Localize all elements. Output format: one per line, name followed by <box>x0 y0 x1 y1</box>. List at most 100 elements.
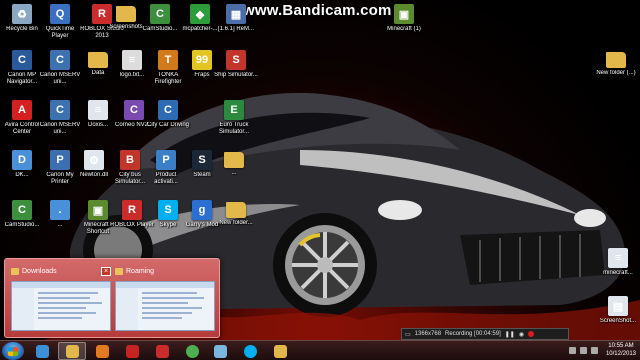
canon-mserv-icon: C <box>50 100 70 120</box>
taskbar-button[interactable] <box>58 342 86 360</box>
show-hidden-icons[interactable] <box>568 346 576 354</box>
fraps-icon: 99 <box>192 50 212 70</box>
bandicam-icon <box>125 344 139 358</box>
taskbar-button[interactable] <box>88 342 116 360</box>
mcpatcher-icon: ◆ <box>190 4 210 24</box>
canon-mserv-icon: C <box>50 50 70 70</box>
canon-navigator-icon: C <box>12 50 32 70</box>
desktop-icon-label: City Car Driving <box>146 122 189 128</box>
desktop-icon[interactable]: C City Car Driving <box>146 100 190 144</box>
paint-icon <box>213 344 227 358</box>
folder-icon <box>226 202 246 218</box>
document-icon: ≡ <box>88 100 108 120</box>
ship-sim-icon: S <box>226 50 246 70</box>
bandicam-watermark: www.Bandicam.com <box>243 2 392 19</box>
desktop-icon[interactable]: New folder (...) <box>594 50 638 94</box>
desktop-icon[interactable]: C CamStudio... <box>138 4 182 48</box>
thumbnail-downloads[interactable]: Downloads × <box>11 265 111 335</box>
image-file-icon: ▤ <box>608 296 628 316</box>
euro-truck-icon: E <box>224 100 244 120</box>
desktop-icon-label: Ship Simulator... <box>214 72 258 78</box>
desktop-icon[interactable]: New folder... <box>214 200 258 244</box>
windows-logo-icon <box>8 347 18 356</box>
desktop-icon[interactable]: S Ship Simulator... <box>214 50 258 94</box>
avira-icon: A <box>12 100 32 120</box>
media-player-icon <box>95 344 109 358</box>
clock-date: 10/12/2013 <box>605 351 636 357</box>
clock[interactable]: 10:55 AM 10/12/2013 <box>606 342 636 358</box>
taskbar-button[interactable] <box>178 342 206 360</box>
skype-icon: S <box>158 200 178 220</box>
folder-icon <box>224 152 244 168</box>
tonka-icon: T <box>158 50 178 70</box>
desktop-icon-label: ScreenShot... <box>599 318 637 324</box>
close-icon[interactable]: × <box>101 266 111 276</box>
chrome-icon <box>185 344 199 358</box>
taskbar-thumbnail-preview[interactable]: Downloads × Roaming <box>4 258 220 338</box>
internet-explorer-icon <box>35 344 49 358</box>
minecraft-icon: ▣ <box>88 200 108 220</box>
roblox-icon: R <box>122 200 142 220</box>
clock-time: 10:55 AM <box>608 343 634 349</box>
window-preview-image <box>11 281 111 331</box>
system-tray: 10:55 AM 10/12/2013 <box>568 342 636 358</box>
garrys-mod-icon: g <box>192 200 212 220</box>
desktop-icon[interactable]: ≡ minecraft... <box>596 248 640 292</box>
minecraft-map-icon: ▦ <box>226 4 246 24</box>
taskbar-button[interactable] <box>148 342 176 360</box>
recording-status: Recording [00:04:59] <box>445 331 501 337</box>
minecraft-icon: ▣ <box>394 4 414 24</box>
steam-icon: S <box>192 150 212 170</box>
desktop-icon-label: New folder (...) <box>596 70 636 76</box>
desktop-icon[interactable]: E Euro Truck Simulator... <box>212 100 256 144</box>
desktop-icon[interactable]: Q QuickTime Player <box>38 4 82 48</box>
folder-icon <box>115 267 123 275</box>
file-explorer-icon <box>273 344 287 358</box>
taskbar-button[interactable] <box>236 342 264 360</box>
desktop-icon[interactable]: ▦ [1.6.1] ReM... <box>214 4 258 48</box>
document-icon: ≡ <box>608 248 628 268</box>
city-car-icon: C <box>158 100 178 120</box>
recycle-bin-icon: ♻ <box>12 4 32 24</box>
resolution-text: 1366x768 <box>414 331 442 337</box>
desktop-icon-label: New folder... <box>219 220 253 226</box>
camera-icon[interactable]: ◉ <box>519 331 524 338</box>
camstudio-icon: C <box>150 4 170 24</box>
desktop-icon-label: [1.6.1] ReM... <box>217 26 254 32</box>
quicktime-icon: Q <box>50 4 70 24</box>
monitor-icon: ▭ <box>405 331 411 338</box>
volume-icon[interactable] <box>590 346 598 354</box>
start-button[interactable] <box>2 342 24 360</box>
network-icon[interactable] <box>579 346 587 354</box>
desktop-icon-label: minecraft... <box>603 270 633 276</box>
window-preview-image <box>115 281 215 331</box>
activation-icon: P <box>156 150 176 170</box>
shortcut-icon: D <box>12 150 32 170</box>
dll-file-icon: ⚙ <box>84 150 104 170</box>
desktop-icon-label: Euro Truck Simulator... <box>218 122 249 135</box>
pause-icon[interactable]: ❚❚ <box>505 331 515 338</box>
taskbar-button[interactable] <box>266 342 294 360</box>
desktop-icon[interactable]: ... <box>212 150 256 194</box>
folder-icon <box>88 52 108 68</box>
thumbnail-title: Downloads <box>22 267 57 275</box>
shortcut-icon: . <box>50 200 70 220</box>
thumbnail-title: Roaming <box>126 267 155 275</box>
desktop-icon[interactable]: ▣ Minecraft (1) <box>382 4 426 48</box>
file-explorer-icon <box>65 344 79 358</box>
taskbar-button[interactable] <box>206 342 234 360</box>
taskbar-button[interactable] <box>28 342 56 360</box>
skype-icon <box>243 344 257 358</box>
taskbar-button[interactable] <box>118 342 146 360</box>
bandicam-recording-bar[interactable]: ▭ 1366x768 Recording [00:04:59] ❚❚ ◉ <box>401 328 569 340</box>
thumbnail-roaming[interactable]: Roaming <box>115 265 215 335</box>
desktop-icon-label: Minecraft (1) <box>387 26 421 32</box>
desktop-icon-label: ... <box>231 170 237 176</box>
taskbar: 10:55 AM 10/12/2013 <box>0 340 640 360</box>
cornea-icon: C <box>124 100 144 120</box>
desktop-icon-label: QuickTime Player <box>45 26 75 39</box>
desktop-icon[interactable]: ▤ ScreenShot... <box>596 296 640 340</box>
printer-icon: P <box>50 150 70 170</box>
folder-icon <box>606 52 626 68</box>
record-icon[interactable] <box>528 331 535 337</box>
